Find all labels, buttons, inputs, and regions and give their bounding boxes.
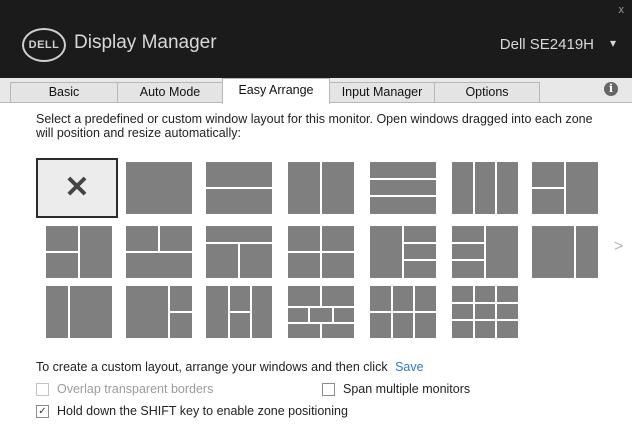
save-link[interactable]: Save (395, 360, 424, 374)
layout-left-three-right-button[interactable] (370, 226, 436, 278)
layout-six-grid-button[interactable] (370, 286, 436, 338)
shift-key-checkbox[interactable]: ✓ (36, 404, 49, 418)
custom-layout-prompt: To create a custom layout, arrange your … (36, 360, 388, 374)
instructions-text: Select a predefined or custom window lay… (36, 112, 593, 140)
tab-basic[interactable]: Basic (10, 82, 118, 102)
span-monitors-checkbox[interactable] (322, 382, 335, 396)
layout-three-left-right-button[interactable] (452, 226, 518, 278)
layout-bottom-split-button[interactable] (206, 226, 272, 278)
layout-grid: ✕ (36, 158, 616, 338)
close-icon[interactable]: x (619, 4, 625, 16)
layout-wide-left-button[interactable] (532, 226, 598, 278)
tab-bar: Basic Auto Mode Easy Arrange Input Manag… (0, 78, 632, 104)
layout-left-three-split-button[interactable] (126, 286, 192, 338)
layout-center-split-button[interactable] (206, 286, 272, 338)
shift-key-option[interactable]: ✓ Hold down the SHIFT key to enable zone… (36, 404, 348, 418)
clear-layout-icon: ✕ (64, 171, 90, 204)
shift-key-label: Hold down the SHIFT key to enable zone p… (57, 404, 348, 418)
layout-none-button[interactable]: ✕ (36, 158, 118, 218)
info-icon[interactable]: i (604, 82, 618, 96)
title-bar: DELL Display Manager Dell SE2419H ▾ x (0, 0, 632, 78)
span-monitors-label: Span multiple monitors (343, 382, 471, 396)
layout-narrow-left-button[interactable] (46, 286, 112, 338)
layout-three-columns-button[interactable] (452, 162, 518, 214)
monitor-selector[interactable]: Dell SE2419H (500, 36, 594, 53)
app-title: Display Manager (74, 32, 217, 53)
layout-right-split-left-button[interactable] (46, 226, 112, 278)
layout-left-split-right-button[interactable] (532, 162, 598, 214)
overlap-borders-label: Overlap transparent borders (57, 382, 214, 396)
next-page-arrow-icon[interactable]: > (614, 238, 623, 256)
overlap-borders-option: Overlap transparent borders (36, 382, 213, 396)
layout-three-rows-button[interactable] (370, 162, 436, 214)
tab-easy-arrange[interactable]: Easy Arrange (222, 78, 330, 104)
chevron-down-icon[interactable]: ▾ (610, 36, 616, 50)
dell-logo-icon: DELL (22, 28, 66, 62)
layout-nine-grid-button[interactable] (452, 286, 518, 338)
layout-quad-button[interactable] (288, 226, 354, 278)
layout-full-button[interactable] (126, 162, 192, 214)
overlap-borders-checkbox (36, 382, 49, 396)
tab-options[interactable]: Options (434, 82, 540, 102)
tab-input-manager[interactable]: Input Manager (329, 82, 435, 102)
layout-two-rows-button[interactable] (206, 162, 272, 214)
span-monitors-option[interactable]: Span multiple monitors (322, 382, 470, 396)
tab-auto-mode[interactable]: Auto Mode (117, 82, 223, 102)
custom-layout-line: To create a custom layout, arrange your … (36, 360, 424, 374)
layout-top-three-button[interactable] (288, 286, 354, 338)
layout-two-columns-button[interactable] (288, 162, 354, 214)
layout-top-split-button[interactable] (126, 226, 192, 278)
